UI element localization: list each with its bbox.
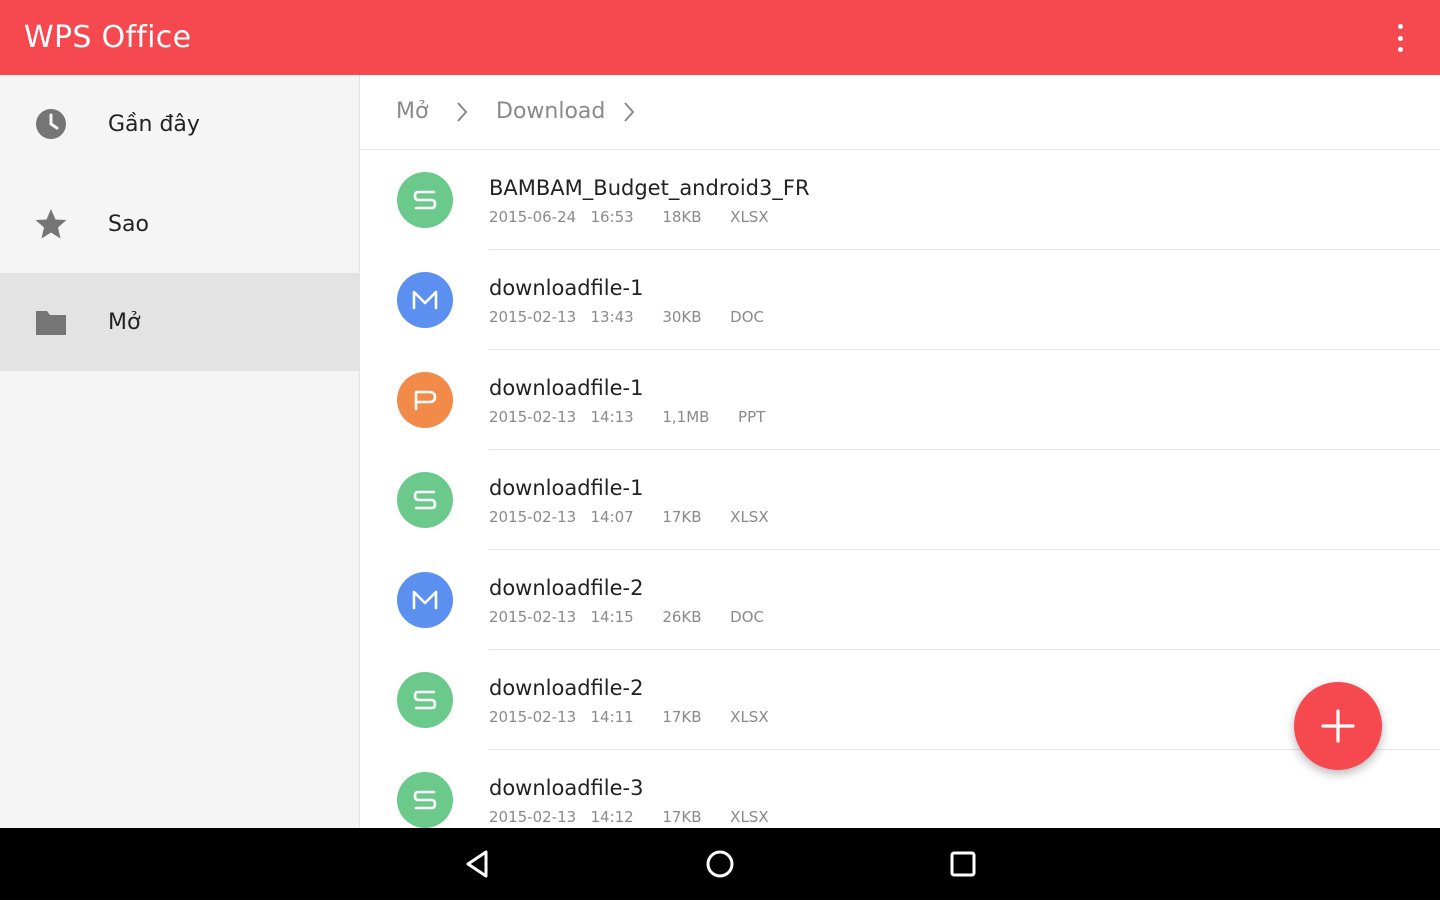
file-name: BAMBAM_Budget_android3_FR (489, 176, 810, 200)
file-size: 18KB (662, 208, 702, 226)
breadcrumb-item-open[interactable]: Mở (396, 99, 428, 124)
file-name: downloadfile-1 (489, 376, 644, 400)
sidebar-item-starred[interactable]: Sao (0, 175, 359, 273)
file-time: 14:12 (590, 808, 634, 826)
file-meta: 2015-06-24 16:53 18KB XLSX (489, 208, 769, 226)
home-icon[interactable] (702, 846, 738, 882)
file-time: 14:11 (590, 708, 634, 726)
app-bar: WPS Office (0, 0, 1440, 75)
file-row[interactable]: downloadfile-3 2015-02-13 14:12 17KB XLS… (360, 750, 1440, 828)
spreadsheet-icon (397, 772, 453, 828)
folder-icon (36, 311, 66, 335)
more-vert-icon[interactable] (1388, 24, 1412, 52)
file-time: 14:15 (590, 608, 634, 626)
file-type: XLSX (730, 808, 769, 826)
file-meta: 2015-02-13 14:11 17KB XLSX (489, 708, 769, 726)
file-meta: 2015-02-13 13:43 30KB DOC (489, 308, 764, 326)
document-icon (397, 572, 453, 628)
file-meta: 2015-02-13 14:13 1,1MB PPT (489, 408, 765, 426)
file-size: 17KB (662, 808, 702, 826)
file-size: 30KB (662, 308, 702, 326)
file-row[interactable]: downloadfile-2 2015-02-13 14:15 26KB DOC (360, 550, 1440, 650)
file-type: XLSX (730, 508, 769, 526)
file-time: 13:43 (590, 308, 634, 326)
recents-icon[interactable] (945, 846, 981, 882)
file-date: 2015-02-13 (489, 608, 577, 626)
file-date: 2015-02-13 (489, 708, 577, 726)
file-type: DOC (730, 308, 765, 326)
star-icon (35, 209, 67, 239)
file-date: 2015-02-13 (489, 508, 577, 526)
file-row[interactable]: downloadfile-1 2015-02-13 14:07 17KB XLS… (360, 450, 1440, 550)
file-row[interactable]: downloadfile-1 2015-02-13 14:13 1,1MB PP… (360, 350, 1440, 450)
file-type: XLSX (730, 708, 769, 726)
file-size: 17KB (662, 508, 702, 526)
file-date: 2015-02-13 (489, 408, 577, 426)
add-icon (1321, 709, 1355, 743)
file-size: 26KB (662, 608, 702, 626)
file-row[interactable]: downloadfile-1 2015-02-13 13:43 30KB DOC (360, 250, 1440, 350)
file-name: downloadfile-1 (489, 476, 644, 500)
file-row[interactable]: downloadfile-2 2015-02-13 14:11 17KB XLS… (360, 650, 1440, 750)
back-icon[interactable] (460, 846, 496, 882)
clock-icon (36, 109, 66, 139)
file-size: 1,1MB (662, 408, 710, 426)
file-row[interactable]: BAMBAM_Budget_android3_FR 2015-06-24 16:… (360, 150, 1440, 250)
file-name: downloadfile-1 (489, 276, 644, 300)
add-button[interactable] (1294, 682, 1382, 770)
spreadsheet-icon (397, 472, 453, 528)
file-name: downloadfile-3 (489, 776, 644, 800)
file-meta: 2015-02-13 14:07 17KB XLSX (489, 508, 769, 526)
file-type: DOC (730, 608, 765, 626)
file-meta: 2015-02-13 14:15 26KB DOC (489, 608, 764, 626)
file-type: PPT (738, 408, 766, 426)
document-icon (397, 272, 453, 328)
sidebar-item-label: Sao (108, 211, 149, 237)
file-date: 2015-02-13 (489, 808, 577, 826)
chevron-right-icon (624, 102, 635, 122)
app-title: WPS Office (24, 20, 192, 55)
sidebar-item-label: Mở (108, 309, 141, 335)
breadcrumb-item-download[interactable]: Download (496, 99, 605, 124)
sidebar-item-recent[interactable]: Gần đây (0, 75, 359, 173)
system-nav-bar (0, 828, 1440, 900)
sidebar: Gần đây Sao Mở (0, 75, 360, 828)
breadcrumb: Mở Download (360, 75, 1440, 150)
presentation-icon (397, 372, 453, 428)
spreadsheet-icon (397, 672, 453, 728)
file-size: 17KB (662, 708, 702, 726)
file-name: downloadfile-2 (489, 576, 644, 600)
file-time: 14:07 (590, 508, 634, 526)
sidebar-item-label: Gần đây (108, 111, 200, 137)
file-time: 16:53 (590, 208, 634, 226)
spreadsheet-icon (397, 172, 453, 228)
chevron-right-icon (457, 102, 468, 122)
file-meta: 2015-02-13 14:12 17KB XLSX (489, 808, 769, 826)
file-type: XLSX (730, 208, 769, 226)
sidebar-item-open[interactable]: Mở (0, 273, 359, 371)
file-browser: Mở Download BAMBAM_Budget_android3_FR 20… (360, 75, 1440, 828)
file-date: 2015-06-24 (489, 208, 577, 226)
file-time: 14:13 (590, 408, 634, 426)
file-date: 2015-02-13 (489, 308, 577, 326)
file-name: downloadfile-2 (489, 676, 644, 700)
